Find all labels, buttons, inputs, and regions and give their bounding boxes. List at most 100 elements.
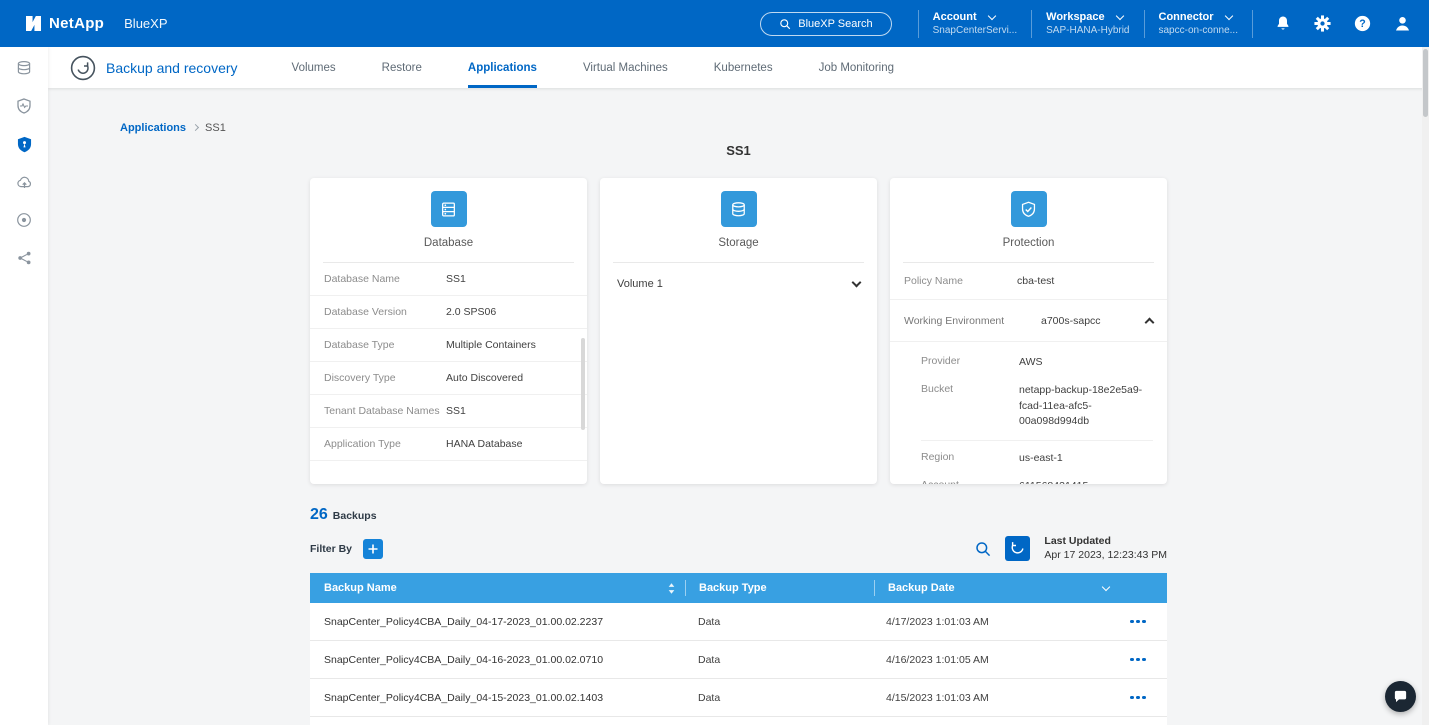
divider	[921, 440, 1153, 441]
add-filter-button[interactable]	[363, 539, 383, 559]
tab-kubernetes[interactable]: Kubernetes	[714, 47, 773, 88]
protection-icon[interactable]	[0, 125, 48, 163]
table-toolbar: Filter By Last Updated Apr 17 2023, 12:	[310, 536, 1167, 561]
breadcrumb: Applications SS1	[120, 121, 1429, 134]
tab-volumes[interactable]: Volumes	[292, 47, 336, 88]
window-scrollbar[interactable]	[1422, 47, 1429, 725]
detail-label: Account	[921, 479, 1019, 484]
bluexp-search[interactable]: BlueXP Search	[760, 12, 891, 36]
column-label: Backup Type	[699, 582, 767, 594]
table-search-icon[interactable]	[975, 541, 991, 557]
storage-icon[interactable]	[0, 49, 48, 87]
table-row-partial	[310, 717, 1167, 725]
last-updated-value: Apr 17 2023, 12:23:43 PM	[1044, 549, 1167, 563]
chevron-down-icon	[987, 11, 995, 19]
row-actions-cell	[1109, 692, 1167, 704]
backup-date-cell: 4/17/2023 1:01:03 AM	[873, 616, 1109, 628]
product-name: BlueXP	[124, 16, 167, 31]
policy-value: cba-test	[1017, 275, 1054, 287]
row-actions-menu-icon[interactable]	[1126, 692, 1150, 704]
bell-icon[interactable]	[1275, 15, 1291, 32]
database-detail-row: Database Version2.0 SPS06	[310, 296, 587, 329]
we-detail-row: Regionus-east-1	[890, 445, 1167, 473]
connector-selector[interactable]: Connector sapcc-on-conne...	[1145, 9, 1253, 38]
row-actions-menu-icon[interactable]	[1126, 616, 1150, 628]
netapp-logo-icon	[26, 16, 41, 31]
column-label: Backup Date	[888, 582, 955, 594]
working-environment-value: a700s-sapcc	[1041, 315, 1101, 327]
table-header: Backup Name Backup Type Backup Date	[310, 573, 1167, 603]
column-label: Backup Name	[324, 582, 397, 594]
search-icon	[779, 18, 791, 30]
database-detail-row: Database NameSS1	[310, 263, 587, 296]
plus-icon	[368, 544, 378, 554]
storage-card-icon	[721, 191, 757, 227]
chevron-down-icon	[852, 278, 862, 288]
tab-restore[interactable]: Restore	[382, 47, 422, 88]
detail-label: Database Type	[324, 339, 446, 351]
refresh-button[interactable]	[1005, 536, 1030, 561]
database-detail-row: Database TypeMultiple Containers	[310, 329, 587, 362]
column-header-backup-date[interactable]: Backup Date	[875, 573, 1167, 603]
working-environment-expander[interactable]: Working Environment a700s-sapcc	[890, 300, 1167, 342]
svg-text:?: ?	[1359, 18, 1365, 30]
volume-expander[interactable]: Volume 1	[600, 263, 877, 305]
table-row: SnapCenter_Policy4CBA_Daily_04-15-2023_0…	[310, 679, 1167, 717]
card-scrollbar-thumb[interactable]	[581, 338, 585, 430]
governance-icon[interactable]	[0, 201, 48, 239]
table-row: SnapCenter_Policy4CBA_Daily_04-17-2023_0…	[310, 603, 1167, 641]
we-detail-row: ProviderAWS	[890, 349, 1167, 377]
row-actions-cell	[1109, 654, 1167, 666]
detail-label: Application Type	[324, 438, 446, 450]
database-detail-row: Application TypeHANA Database	[310, 428, 587, 461]
toolbar-right: Last Updated Apr 17 2023, 12:23:43 PM	[975, 535, 1167, 562]
user-icon[interactable]	[1394, 15, 1411, 32]
breadcrumb-applications-link[interactable]: Applications	[120, 122, 186, 134]
database-details-list: Database NameSS1 Database Version2.0 SPS…	[310, 263, 587, 461]
backup-type-cell: Data	[685, 616, 873, 628]
header-icons: ?	[1275, 15, 1411, 32]
gear-icon[interactable]	[1314, 15, 1331, 32]
tab-applications[interactable]: Applications	[468, 47, 537, 88]
database-detail-row: Discovery TypeAuto Discovered	[310, 362, 587, 395]
chevron-up-icon	[1145, 317, 1155, 327]
service-title: Backup and recovery	[106, 60, 238, 76]
backup-type-cell: Data	[685, 692, 873, 704]
chat-widget-button[interactable]	[1385, 681, 1416, 712]
working-environment-details: ProviderAWS Bucketnetapp-backup-18e2e5a9…	[890, 342, 1167, 484]
sync-icon[interactable]	[0, 239, 48, 277]
workspace-value: SAP-HANA-Hybrid	[1046, 25, 1129, 36]
brand: NetApp BlueXP	[26, 15, 168, 32]
tab-job-monitoring[interactable]: Job Monitoring	[819, 47, 894, 88]
storage-card-title: Storage	[600, 237, 877, 251]
backups-section: 26 Backups Filter By Last	[310, 506, 1167, 725]
window-scrollbar-thumb[interactable]	[1423, 49, 1428, 117]
detail-value: SS1	[446, 273, 466, 285]
storage-card: Storage Volume 1	[600, 178, 877, 484]
detail-value: 2.0 SPS06	[446, 306, 496, 318]
tab-virtual-machines[interactable]: Virtual Machines	[583, 47, 668, 88]
mobility-icon[interactable]	[0, 163, 48, 201]
working-environment-label: Working Environment	[904, 315, 1041, 327]
help-icon[interactable]: ?	[1354, 15, 1371, 32]
detail-label: Region	[921, 451, 1019, 467]
backup-name-cell: SnapCenter_Policy4CBA_Daily_04-15-2023_0…	[310, 692, 685, 704]
breadcrumb-separator-icon	[192, 124, 199, 131]
row-actions-cell	[1109, 616, 1167, 628]
health-icon[interactable]	[0, 87, 48, 125]
workspace-selector[interactable]: Workspace SAP-HANA-Hybrid	[1032, 9, 1143, 38]
column-header-backup-name[interactable]: Backup Name	[310, 573, 685, 603]
chevron-down-icon	[1102, 582, 1110, 590]
page-title: SS1	[48, 143, 1429, 158]
we-detail-row: Bucketnetapp-backup-18e2e5a9-fcad-11ea-a…	[890, 377, 1167, 436]
brand-name: NetApp	[49, 15, 104, 32]
protection-card-title: Protection	[890, 237, 1167, 251]
account-selector[interactable]: Account SnapCenterServi...	[919, 9, 1032, 38]
service-header: Backup and recovery Volumes Restore Appl…	[48, 47, 1429, 88]
top-header: NetApp BlueXP BlueXP Search Account Snap…	[0, 0, 1429, 47]
we-detail-row: Account611568431415	[890, 473, 1167, 484]
column-header-backup-type[interactable]: Backup Type	[686, 582, 874, 594]
row-actions-menu-icon[interactable]	[1126, 654, 1150, 666]
sort-icon[interactable]	[668, 583, 675, 594]
detail-label: Tenant Database Names	[324, 405, 446, 417]
